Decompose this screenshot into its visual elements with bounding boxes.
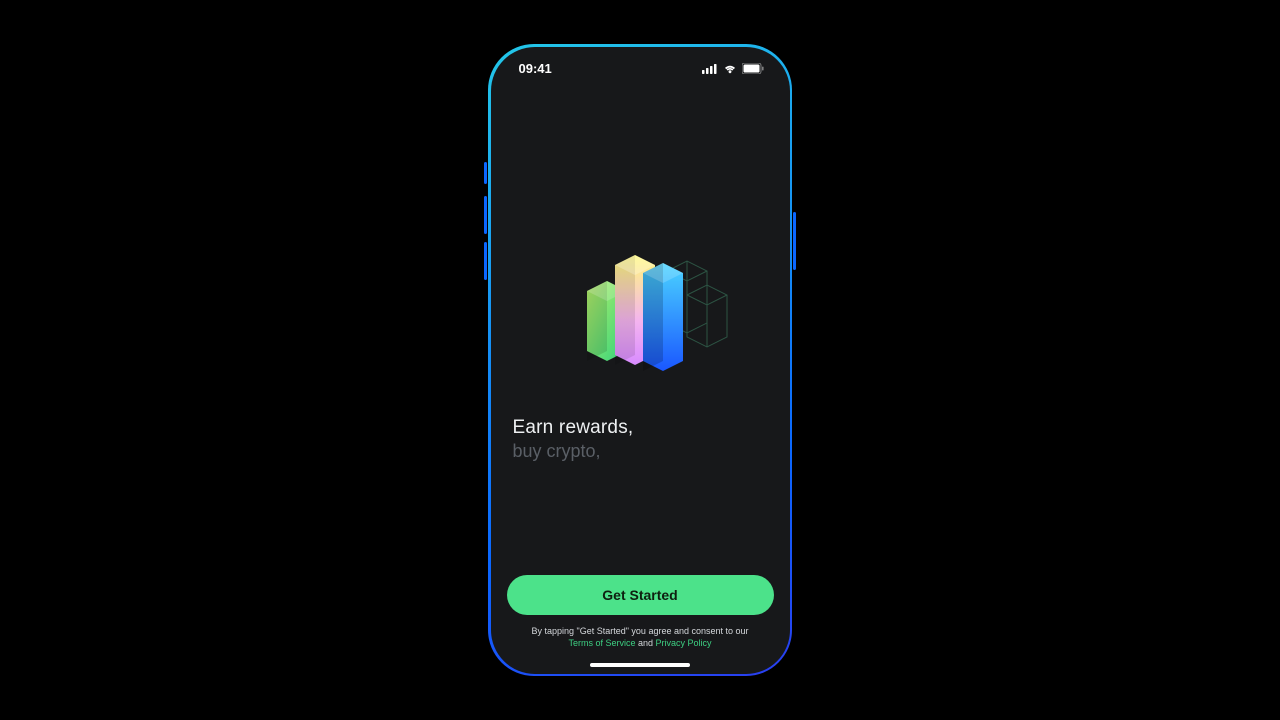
- side-button-power: [793, 212, 796, 270]
- side-button-mute: [484, 162, 487, 184]
- battery-icon: [742, 63, 764, 74]
- headline: Earn rewards, buy crypto,: [513, 417, 634, 462]
- cellular-icon: [702, 64, 718, 74]
- status-bar: 09:41: [491, 47, 790, 91]
- headline-line-1: Earn rewards,: [513, 417, 634, 439]
- side-button-vol-down: [484, 242, 487, 280]
- app-logo-3d-bars: [545, 233, 735, 393]
- privacy-policy-link[interactable]: Privacy Policy: [656, 638, 712, 648]
- legal-text: By tapping "Get Started" you agree and c…: [507, 625, 774, 649]
- screen: 09:41: [491, 47, 790, 674]
- legal-joiner: and: [635, 638, 655, 648]
- status-icons: [702, 63, 764, 74]
- side-button-vol-up: [484, 196, 487, 234]
- terms-of-service-link[interactable]: Terms of Service: [568, 638, 635, 648]
- status-time: 09:41: [519, 61, 552, 76]
- wifi-icon: [723, 64, 737, 74]
- home-indicator[interactable]: [590, 663, 690, 667]
- get-started-button[interactable]: Get Started: [507, 575, 774, 615]
- headline-line-2: buy crypto,: [513, 441, 634, 462]
- hero-area: Earn rewards, buy crypto,: [507, 91, 774, 576]
- device-frame: 09:41: [488, 44, 792, 676]
- legal-prefix: By tapping "Get Started" you agree and c…: [531, 626, 748, 636]
- onboarding-content: Earn rewards, buy crypto, Get Started By…: [491, 91, 790, 674]
